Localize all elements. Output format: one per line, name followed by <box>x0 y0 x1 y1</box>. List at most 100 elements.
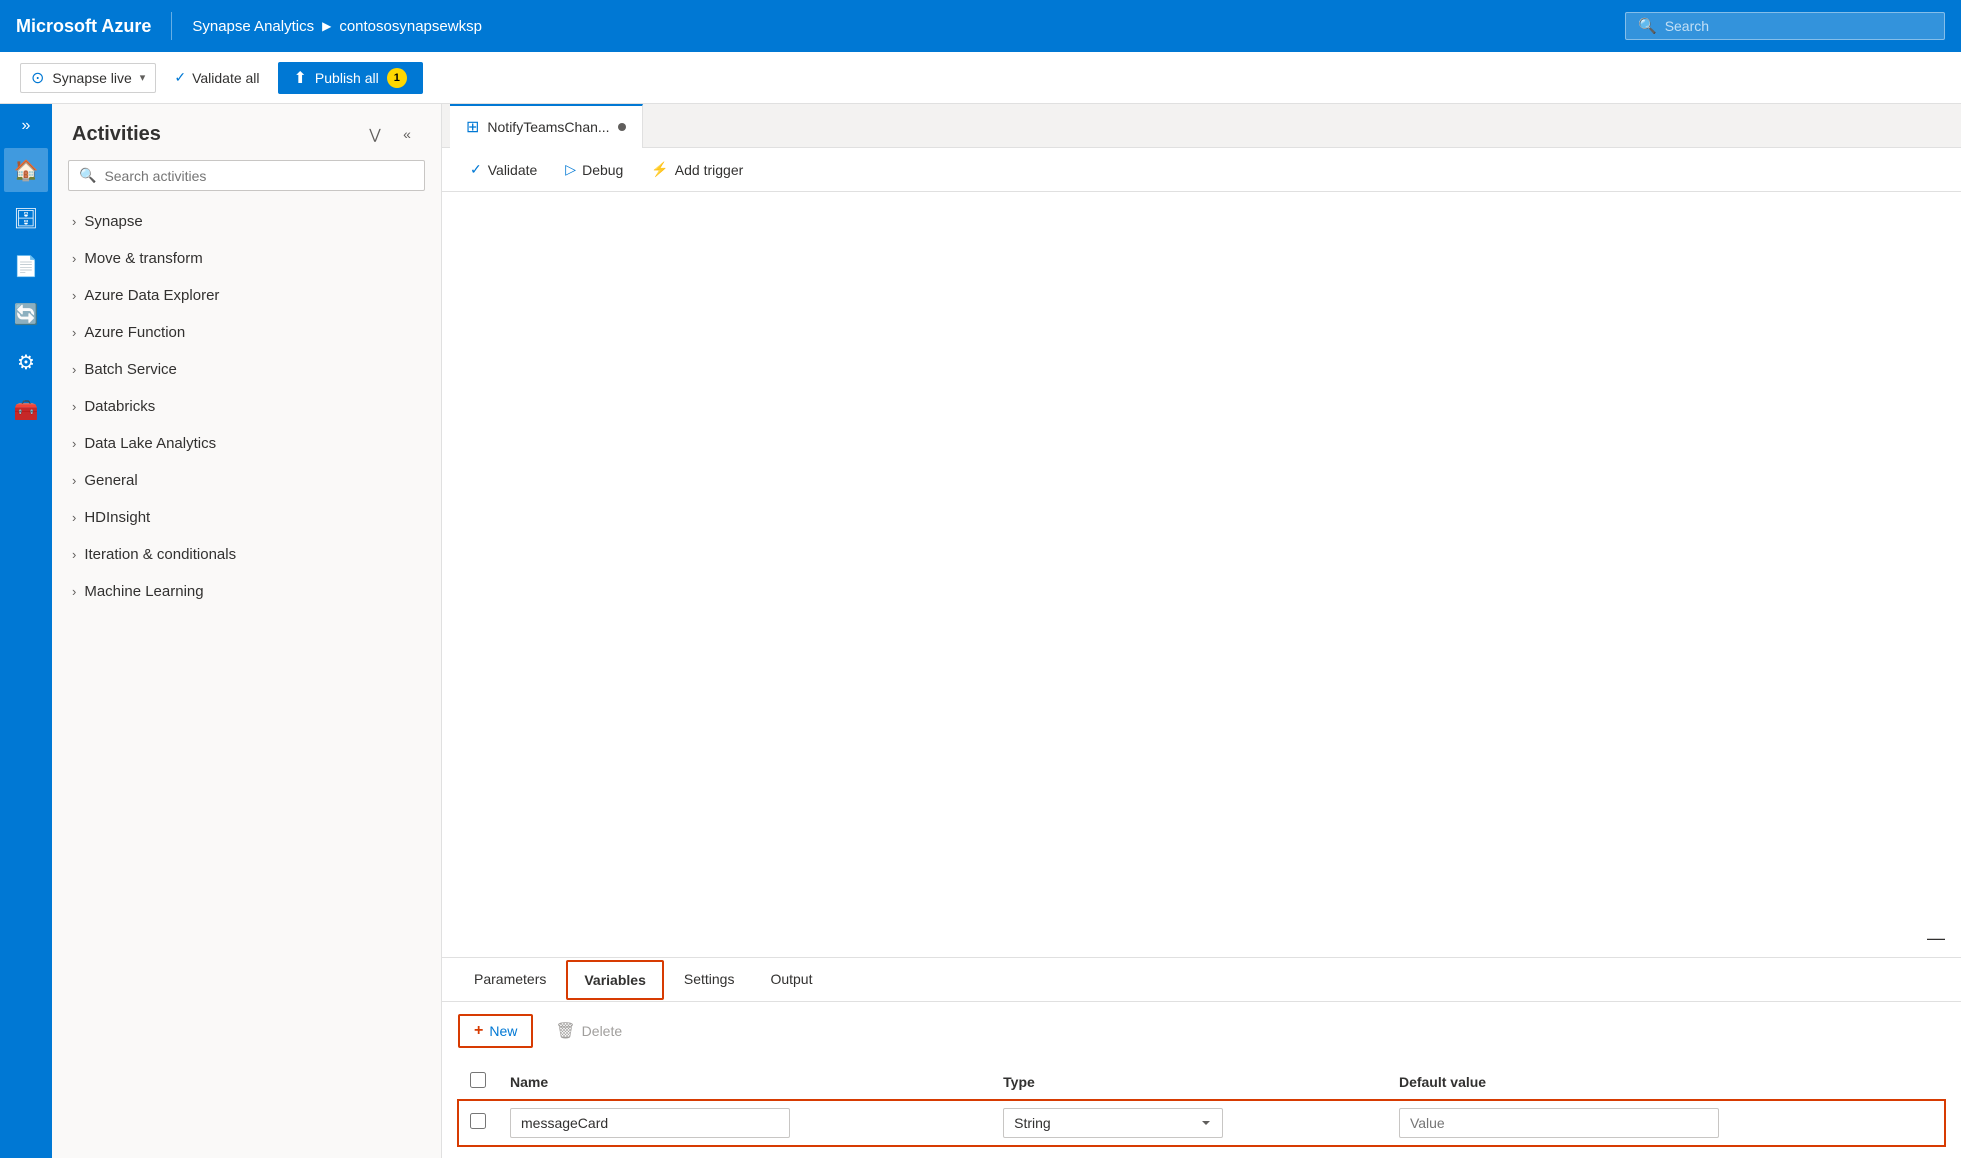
validate-all-button[interactable]: ✓ Validate all <box>164 63 269 92</box>
top-bar-divider <box>171 12 172 40</box>
header-type: Type <box>991 1064 1387 1100</box>
variables-actions: + New 🗑 Delete <box>458 1014 1945 1048</box>
service-label: Synapse Analytics <box>192 18 314 35</box>
main-toolbar: ⊙ Synapse live ▾ ✓ Validate all ⬆ Publis… <box>0 52 1961 104</box>
chevron-down-icon: ▾ <box>140 71 146 84</box>
pipeline-canvas[interactable]: — <box>442 192 1961 957</box>
main-layout: » 🏠 🗄 📄 🔄 ⚙ 🧰 Activities ⋁ « 🔍 › Synapse <box>0 104 1961 1158</box>
chevron-right-icon: › <box>72 288 76 303</box>
add-trigger-button[interactable]: ⚡ Add trigger <box>639 155 755 184</box>
activity-item-azure-function[interactable]: › Azure Function <box>52 314 441 351</box>
variable-type-select[interactable]: String Boolean Array <box>1003 1108 1223 1138</box>
search-icon: 🔍 <box>79 167 96 184</box>
sidebar-item-integrate[interactable]: 🔄 <box>4 292 48 336</box>
new-variable-button[interactable]: + New <box>458 1014 533 1048</box>
publish-badge: 1 <box>387 68 407 88</box>
chevron-right-icon: › <box>72 214 76 229</box>
sidebar-item-develop[interactable]: 📄 <box>4 244 48 288</box>
add-trigger-icon: ⚡ <box>651 161 668 178</box>
chevron-right-icon: › <box>72 547 76 562</box>
debug-label: Debug <box>582 162 623 178</box>
validate-all-icon: ✓ <box>174 69 186 86</box>
pipeline-modified-dot <box>618 123 626 131</box>
sidebar-item-manage[interactable]: 🧰 <box>4 388 48 432</box>
activity-item-databricks[interactable]: › Databricks <box>52 388 441 425</box>
row-type-cell: String Boolean Array <box>991 1100 1387 1147</box>
bottom-panel: Parameters Variables Settings Output + N… <box>442 957 1961 1158</box>
activity-item-move-transform[interactable]: › Move & transform <box>52 240 441 277</box>
activities-controls: ⋁ « <box>361 120 421 148</box>
variable-row: String Boolean Array <box>458 1100 1945 1147</box>
publish-all-button[interactable]: ⬆ Publish all 1 <box>278 62 423 94</box>
activity-item-batch-service[interactable]: › Batch Service <box>52 351 441 388</box>
header-default-value: Default value <box>1387 1064 1945 1100</box>
activity-item-general[interactable]: › General <box>52 462 441 499</box>
activity-item-azure-data-explorer[interactable]: › Azure Data Explorer <box>52 277 441 314</box>
tab-settings-label: Settings <box>684 971 735 987</box>
tab-parameters[interactable]: Parameters <box>458 961 562 999</box>
tab-settings[interactable]: Settings <box>668 961 751 999</box>
synapse-live-label: Synapse live <box>52 70 131 86</box>
activity-label: Move & transform <box>84 250 202 267</box>
activity-item-synapse[interactable]: › Synapse <box>52 203 441 240</box>
chevron-right-icon: › <box>72 362 76 377</box>
publish-all-label: Publish all <box>315 70 379 86</box>
workspace-label: contososynapsewksp <box>339 18 482 35</box>
icon-sidebar: » 🏠 🗄 📄 🔄 ⚙ 🧰 <box>0 104 52 1158</box>
sidebar-collapse-button[interactable]: » <box>4 112 48 140</box>
activities-search-input[interactable] <box>104 168 414 184</box>
activities-search-box[interactable]: 🔍 <box>68 160 425 191</box>
row-checkbox-cell <box>458 1100 498 1147</box>
activities-header: Activities ⋁ « <box>52 104 441 156</box>
activities-list: › Synapse › Move & transform › Azure Dat… <box>52 203 441 1158</box>
activity-label: Batch Service <box>84 361 177 378</box>
sidebar-item-home[interactable]: 🏠 <box>4 148 48 192</box>
global-search[interactable]: 🔍 <box>1625 12 1945 40</box>
activity-item-iteration-conditionals[interactable]: › Iteration & conditionals <box>52 536 441 573</box>
chevron-right-icon: › <box>72 510 76 525</box>
pipeline-icon: ⊞ <box>466 117 479 137</box>
synapse-live-button[interactable]: ⊙ Synapse live ▾ <box>20 63 156 93</box>
delete-variable-button[interactable]: 🗑 Delete <box>541 1015 636 1047</box>
tab-output-label: Output <box>770 971 812 987</box>
sidebar-item-data[interactable]: 🗄 <box>4 196 48 240</box>
row-name-cell <box>498 1100 991 1147</box>
activity-label: Azure Function <box>84 324 185 341</box>
collapse-activities-button[interactable]: ⋁ <box>361 120 389 148</box>
pipeline-toolbar: ✓ Validate ▷ Debug ⚡ Add trigger <box>442 148 1961 192</box>
breadcrumb-chevron: ▶ <box>322 19 331 33</box>
variable-name-input[interactable] <box>510 1108 790 1138</box>
activity-label: HDInsight <box>84 509 150 526</box>
validate-all-label: Validate all <box>192 70 259 86</box>
pipeline-tab-notify[interactable]: ⊞ NotifyTeamsChan... <box>450 104 643 148</box>
header-name: Name <box>498 1064 991 1100</box>
activity-item-machine-learning[interactable]: › Machine Learning <box>52 573 441 610</box>
activity-label: Iteration & conditionals <box>84 546 236 563</box>
global-search-input[interactable] <box>1665 18 1932 34</box>
row-checkbox[interactable] <box>470 1113 486 1129</box>
synapse-live-icon: ⊙ <box>31 68 44 88</box>
close-activities-button[interactable]: « <box>393 120 421 148</box>
variables-content: + New 🗑 Delete <box>442 1002 1961 1158</box>
select-all-checkbox[interactable] <box>470 1072 486 1088</box>
activity-item-data-lake-analytics[interactable]: › Data Lake Analytics <box>52 425 441 462</box>
tab-output[interactable]: Output <box>754 961 828 999</box>
activity-label: Synapse <box>84 213 142 230</box>
chevron-right-icon: › <box>72 436 76 451</box>
tab-parameters-label: Parameters <box>474 971 546 987</box>
tab-variables[interactable]: Variables <box>566 960 664 1000</box>
top-bar: Microsoft Azure Synapse Analytics ▶ cont… <box>0 0 1961 52</box>
canvas-minimize-button[interactable]: — <box>1927 928 1945 949</box>
debug-button[interactable]: ▷ Debug <box>553 155 635 184</box>
row-default-value-cell <box>1387 1100 1945 1147</box>
activity-item-hdinsight[interactable]: › HDInsight <box>52 499 441 536</box>
chevron-right-icon: › <box>72 584 76 599</box>
search-icon: 🔍 <box>1638 17 1657 35</box>
variable-default-value-input[interactable] <box>1399 1108 1719 1138</box>
sidebar-item-monitor[interactable]: ⚙ <box>4 340 48 384</box>
publish-icon: ⬆ <box>294 68 307 88</box>
activity-label: Databricks <box>84 398 155 415</box>
validate-button[interactable]: ✓ Validate <box>458 155 549 184</box>
bottom-panel-tabs: Parameters Variables Settings Output <box>442 958 1961 1002</box>
validate-label: Validate <box>488 162 538 178</box>
